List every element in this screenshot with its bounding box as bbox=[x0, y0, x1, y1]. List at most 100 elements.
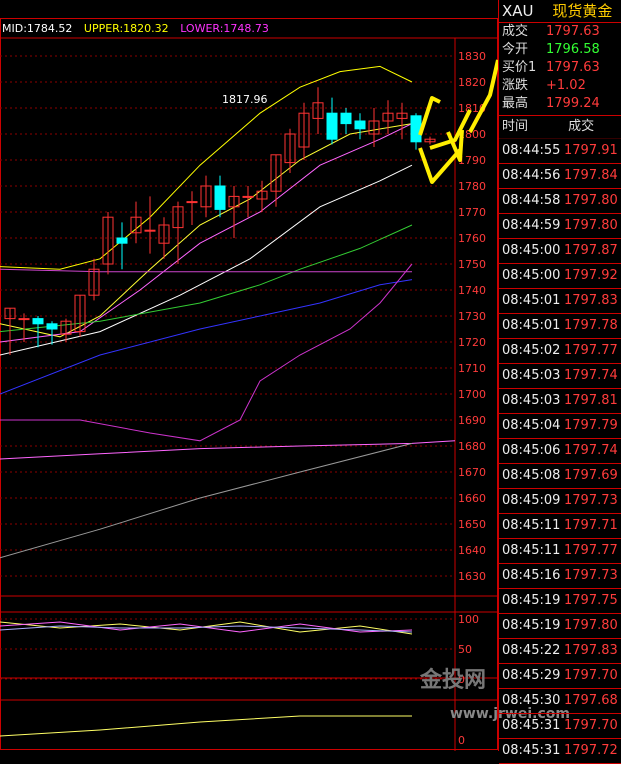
ma-line-2 bbox=[0, 123, 413, 343]
trade-time: 08:45:19 bbox=[502, 618, 561, 633]
boll-upper: UPPER:1820.32 bbox=[83, 22, 169, 35]
trade-price: 1797.92 bbox=[564, 268, 618, 283]
trade-time: 08:45:06 bbox=[502, 443, 561, 458]
trade-price: 1797.78 bbox=[564, 318, 618, 333]
arrow-1 bbox=[418, 96, 441, 136]
candle-body bbox=[32, 318, 44, 325]
trade-row: 08:45:03 1797.81 bbox=[499, 389, 621, 414]
trade-time: 08:45:03 bbox=[502, 393, 561, 408]
trade-time: 08:45:11 bbox=[502, 543, 561, 558]
axis-tick-label: 1640 bbox=[458, 544, 486, 557]
candle-body bbox=[326, 112, 338, 140]
sub2-line bbox=[0, 715, 412, 737]
trade-price: 1797.74 bbox=[564, 443, 618, 458]
high-annotation: 1817.96 bbox=[222, 93, 268, 106]
trade-time: 08:45:04 bbox=[502, 418, 561, 433]
trade-row: 08:45:02 1797.77 bbox=[499, 339, 621, 364]
ma-line-1 bbox=[0, 123, 413, 338]
trade-time: 08:45:01 bbox=[502, 293, 561, 308]
watermark-brand: 金投网 bbox=[420, 668, 487, 693]
quote-value: +1.02 bbox=[546, 78, 586, 93]
trade-row: 08:45:00 1797.92 bbox=[499, 264, 621, 289]
trade-row: 08:45:08 1797.69 bbox=[499, 464, 621, 489]
trade-price: 1797.73 bbox=[564, 493, 618, 508]
candle-body bbox=[410, 115, 422, 143]
trade-price: 1797.74 bbox=[564, 368, 618, 383]
trade-row: 08:45:22 1797.83 bbox=[499, 639, 621, 664]
sub-axis-label: 50 bbox=[458, 643, 472, 656]
trade-price: 1797.84 bbox=[564, 168, 618, 183]
trade-price: 1797.83 bbox=[564, 293, 618, 308]
axis-tick-label: 1750 bbox=[458, 258, 486, 271]
trade-row: 08:45:01 1797.83 bbox=[499, 289, 621, 314]
quote-label: 涨跌 bbox=[502, 78, 529, 93]
trade-row: 08:45:19 1797.75 bbox=[499, 589, 621, 614]
axis-tick-label: 1680 bbox=[458, 440, 486, 453]
quote-value: 1797.63 bbox=[546, 60, 600, 75]
candle-body bbox=[214, 185, 226, 210]
axis-tick-label: 1760 bbox=[458, 232, 486, 245]
trade-price: 1797.91 bbox=[564, 143, 618, 158]
quote-row: 今开 1796.58 bbox=[499, 41, 621, 59]
trade-price: 1797.73 bbox=[564, 568, 618, 583]
axis-tick-label: 1770 bbox=[458, 206, 486, 219]
candle-body bbox=[144, 229, 156, 232]
quote-rows: 成交 1797.63 今开 1796.58 买价1 1797.63 涨跌 +1.02 最高 179… bbox=[499, 23, 621, 116]
trade-row: 08:45:04 1797.79 bbox=[499, 414, 621, 439]
trade-time: 08:44:59 bbox=[502, 218, 561, 233]
trade-time: 08:45:09 bbox=[502, 493, 561, 508]
trade-price: 1797.68 bbox=[564, 693, 618, 708]
sub-axis-label: 100 bbox=[458, 613, 479, 626]
trade-row: 08:45:11 1797.71 bbox=[499, 514, 621, 539]
trade-price: 1797.81 bbox=[564, 393, 618, 408]
quote-row: 买价1 1797.63 bbox=[499, 59, 621, 77]
axis-tick-label: 1740 bbox=[458, 284, 486, 297]
trade-time: 08:44:55 bbox=[502, 143, 561, 158]
trade-row: 08:44:59 1797.80 bbox=[499, 214, 621, 239]
axis-tick-label: 1670 bbox=[458, 466, 486, 479]
trade-price: 1797.77 bbox=[564, 543, 618, 558]
boll-header: MID:1784.52 UPPER:1820.32 LOWER:1748.73 bbox=[2, 22, 277, 35]
trade-price: 1797.87 bbox=[564, 243, 618, 258]
trade-price: 1797.77 bbox=[564, 343, 618, 358]
trade-row: 08:44:55 1797.91 bbox=[499, 139, 621, 164]
axis-tick-label: 1660 bbox=[458, 492, 486, 505]
trade-time: 08:45:16 bbox=[502, 568, 561, 583]
col-time: 时间 bbox=[502, 119, 529, 134]
trade-row: 08:45:19 1797.80 bbox=[499, 614, 621, 639]
trade-row: 08:45:03 1797.74 bbox=[499, 364, 621, 389]
trade-price: 1797.80 bbox=[564, 218, 618, 233]
symbol-row[interactable]: XAU 现货黄金 bbox=[499, 0, 621, 23]
quote-label: 今开 bbox=[502, 42, 529, 57]
trade-price: 1797.83 bbox=[564, 643, 618, 658]
trade-time: 08:45:01 bbox=[502, 318, 561, 333]
quote-label: 买价1 bbox=[502, 60, 537, 75]
trade-row: 08:45:06 1797.74 bbox=[499, 439, 621, 464]
long-gray-line bbox=[0, 442, 413, 559]
col-price: 成交 bbox=[568, 119, 595, 134]
trades-list[interactable]: 08:44:55 1797.91 08:44:56 1797.84 08:44:58 17… bbox=[499, 139, 621, 764]
candle-body bbox=[340, 112, 352, 125]
trade-row: 08:45:00 1797.87 bbox=[499, 239, 621, 264]
axis-tick-label: 1720 bbox=[458, 336, 486, 349]
trade-time: 08:45:02 bbox=[502, 343, 561, 358]
trade-time: 08:45:03 bbox=[502, 368, 561, 383]
axis-tick-label: 1700 bbox=[458, 388, 486, 401]
trade-time: 08:45:11 bbox=[502, 518, 561, 533]
arrow-4 bbox=[418, 147, 462, 184]
boll-upper-line bbox=[0, 65, 413, 270]
trade-price: 1797.70 bbox=[564, 718, 618, 733]
trade-time: 08:45:30 bbox=[502, 693, 561, 708]
axis-tick-label: 1780 bbox=[458, 180, 486, 193]
trade-time: 08:45:19 bbox=[502, 593, 561, 608]
flat-line bbox=[0, 268, 412, 273]
trade-row: 08:45:30 1797.68 bbox=[499, 689, 621, 714]
trade-time: 08:45:31 bbox=[502, 718, 561, 733]
trade-row: 08:44:58 1797.80 bbox=[499, 189, 621, 214]
trade-price: 1797.80 bbox=[564, 618, 618, 633]
axis-tick-label: 1710 bbox=[458, 362, 486, 375]
kline-chart[interactable]: 1830 1820 1810 1800 1790 1780 1770 1760 1750 1740… bbox=[0, 0, 570, 751]
candle-body bbox=[242, 195, 254, 198]
trade-row: 08:44:56 1797.84 bbox=[499, 164, 621, 189]
candle-body bbox=[116, 237, 128, 244]
